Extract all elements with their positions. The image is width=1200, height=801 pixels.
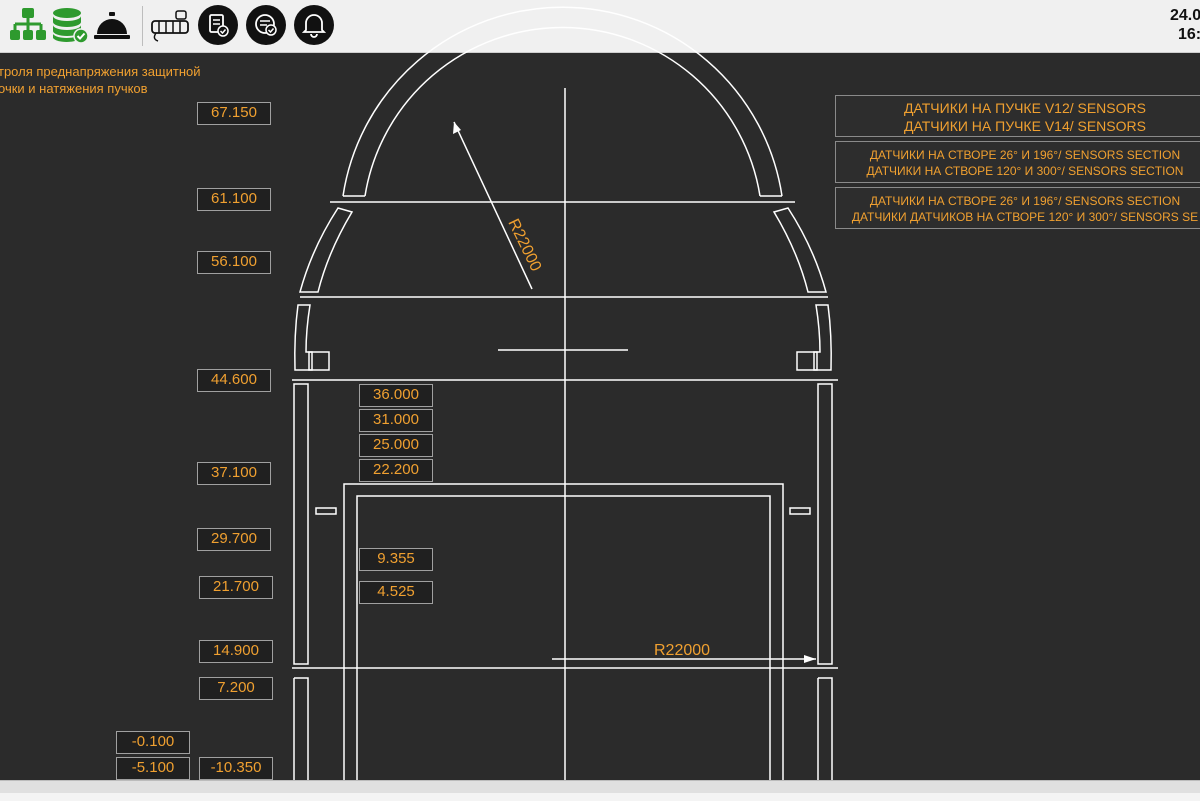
elevation-22200[interactable]: 22.200	[359, 459, 433, 482]
panel-section-1-line-2: ДАТЧИКИ НА СТВОРЕ 120° И 300°/ SENSORS S…	[866, 164, 1184, 178]
panel-section-2-line-1: ДАТЧИКИ НА СТВОРЕ 26° И 196°/ SENSORS SE…	[869, 194, 1181, 208]
inner-frame-outer	[343, 483, 784, 780]
dome-right-segment	[772, 207, 827, 293]
sensors-panel-tendons[interactable]: ДАТЧИКИ НА ПУЧКЕ V12/ SENSORS ДАТЧИКИ НА…	[835, 95, 1200, 137]
dome-left-segment	[299, 207, 354, 293]
elevation-29700[interactable]: 29.700	[197, 528, 271, 551]
lower-right-wall	[817, 677, 833, 780]
sensors-panel-section-1[interactable]: ДАТЧИКИ НА СТВОРЕ 26° И 196°/ SENSORS SE…	[835, 141, 1200, 183]
elevation-14900[interactable]: 14.900	[199, 640, 273, 663]
sensors-panel-section-2[interactable]: ДАТЧИКИ НА СТВОРЕ 26° И 196°/ SENSORS SE…	[835, 187, 1200, 229]
elevation-44600[interactable]: 44.600	[197, 369, 271, 392]
caption-line-2: очки и натяжения пучков	[0, 81, 148, 96]
elevation-25000[interactable]: 25.000	[359, 434, 433, 457]
elevation-37100[interactable]: 37.100	[197, 462, 271, 485]
elevation-36000[interactable]: 36.000	[359, 384, 433, 407]
elevation-7200[interactable]: 7.200	[199, 677, 273, 700]
elevation-4525[interactable]: 4.525	[359, 581, 433, 604]
elevation-9355[interactable]: 9.355	[359, 548, 433, 571]
panel-section-2-line-2: ДАТЧИКИ ДАТЧИКОВ НА СТВОРЕ 120° И 300°/ …	[851, 210, 1199, 224]
elevation-31000[interactable]: 31.000	[359, 409, 433, 432]
elevation-61100[interactable]: 61.100	[197, 188, 271, 211]
elevation-21700[interactable]: 21.700	[199, 576, 273, 599]
elevation-minus-0100[interactable]: -0.100	[116, 731, 190, 754]
panel-tendons-line-1: ДАТЧИКИ НА ПУЧКЕ V12/ SENSORS	[904, 100, 1146, 116]
caption-line-1: троля преднапряжения защитной	[0, 64, 201, 79]
panel-section-1-line-1: ДАТЧИКИ НА СТВОРЕ 26° И 196°/ SENSORS SE…	[869, 148, 1181, 162]
screen-caption: троля преднапряжения защитной очки и нат…	[0, 63, 201, 97]
elevation-minus-5100[interactable]: -5.100	[116, 757, 190, 780]
right-wall	[817, 383, 833, 665]
dome-inner-arc	[364, 26, 761, 197]
left-wall	[293, 383, 309, 665]
bottom-scrollbar[interactable]	[0, 780, 1200, 801]
elevation-56100[interactable]: 56.100	[197, 251, 271, 274]
wall-radius-arrow	[804, 655, 816, 663]
elevation-67150[interactable]: 67.150	[197, 102, 271, 125]
dome-outer-arc	[342, 6, 783, 197]
inner-frame-inner	[356, 495, 771, 780]
dome-radius-arrow	[453, 122, 461, 134]
dome-radius-line	[453, 121, 533, 290]
panel-tendons-line-2: ДАТЧИКИ НА ПУЧКЕ V14/ SENSORS	[904, 118, 1146, 134]
elevation-minus-10350[interactable]: -10.350	[199, 757, 273, 780]
dome-radius-label: R22000	[504, 216, 544, 274]
lower-left-wall	[293, 677, 309, 780]
wall-radius-label: R22000	[654, 642, 710, 659]
